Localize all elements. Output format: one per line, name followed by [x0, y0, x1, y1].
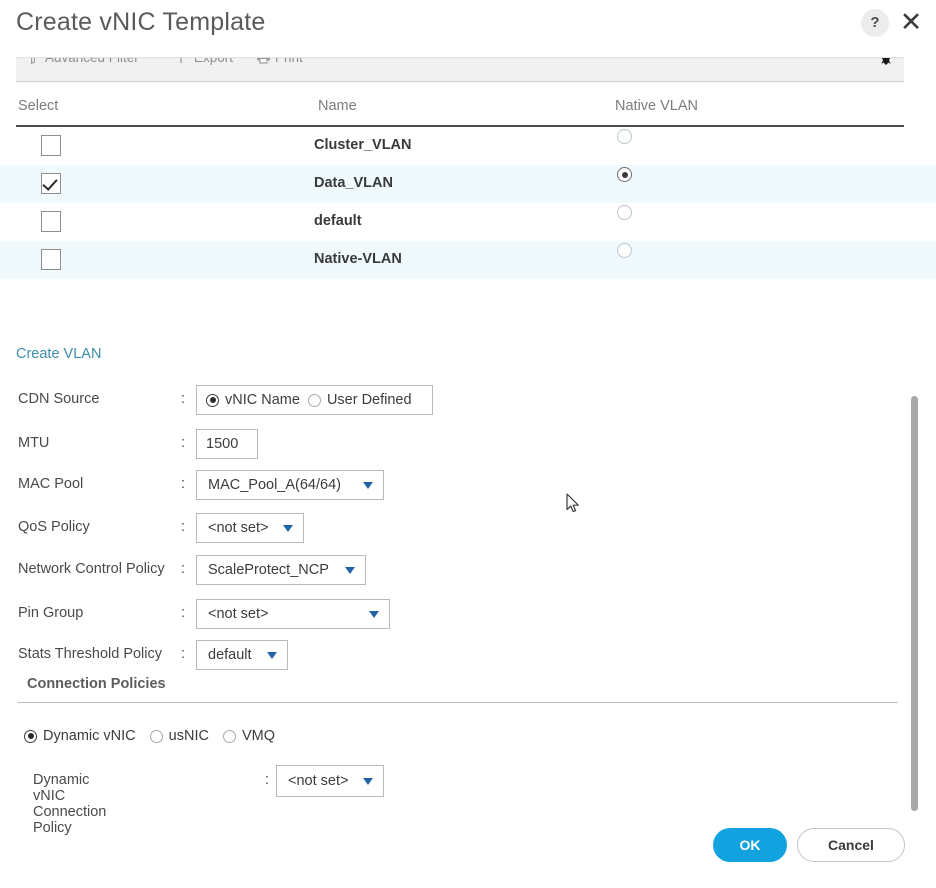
table-row[interactable]: Cluster_VLAN [0, 127, 936, 165]
mouse-cursor [566, 493, 582, 515]
connection-policies-divider [18, 702, 898, 703]
pin-group-label: Pin Group [18, 605, 84, 621]
chevron-down-icon [267, 651, 277, 659]
row-name-label: Cluster_VLAN [314, 137, 412, 153]
row-name-label: Data_VLAN [314, 175, 393, 191]
row-select-checkbox[interactable] [41, 135, 61, 156]
row-native-vlan-radio[interactable] [617, 129, 632, 144]
connection-policies-heading: Connection Policies [27, 676, 166, 692]
qos-policy-colon: : [181, 519, 186, 535]
mtu-label: MTU [18, 435, 50, 451]
advanced-filter-label: Advanced Filter [45, 57, 139, 65]
stats-threshold-policy-label: Stats Threshold Policy [18, 646, 162, 662]
table-toolbar: Advanced Filter Export Print [16, 57, 904, 83]
stats-threshold-policy-colon: : [181, 646, 186, 662]
radio-selected-icon [206, 393, 219, 407]
table-row[interactable]: Data_VLAN [0, 165, 936, 203]
row-native-vlan-radio[interactable] [617, 167, 632, 182]
cdn-source-radio-group: vNIC Name User Defined [196, 385, 433, 415]
vlan-table: Select Name Native VLAN [0, 95, 936, 125]
network-control-policy-value: ScaleProtect_NCP [208, 562, 329, 578]
mac-pool-value: MAC_Pool_A(64/64) [208, 477, 341, 493]
pin-group-colon: : [181, 605, 186, 621]
ok-button[interactable]: OK [713, 828, 787, 862]
table-row[interactable]: default [0, 203, 936, 241]
chevron-down-icon [345, 566, 355, 574]
connection-policy-option-label: Dynamic vNIC [43, 728, 136, 744]
stats-threshold-policy-select[interactable]: default [196, 640, 288, 670]
create-vlan-link[interactable]: Create VLAN [16, 346, 101, 362]
export-button[interactable]: Export [175, 57, 234, 66]
radio-unselected-icon [222, 729, 236, 743]
dynamic-vnic-connection-policy-label: Dynamic vNIC Connection Policy [33, 772, 107, 836]
chevron-down-icon [369, 610, 379, 618]
row-name-label: Native-VLAN [314, 251, 402, 267]
print-label: Print [275, 57, 303, 65]
row-name-label: default [314, 213, 362, 229]
network-control-policy-label: Network Control Policy [18, 561, 165, 577]
chevron-down-icon [363, 777, 373, 785]
pin-group-select[interactable]: <not set> [196, 599, 390, 629]
connection-policy-option-label: VMQ [241, 728, 275, 744]
qos-policy-value: <not set> [208, 520, 269, 536]
export-label: Export [194, 57, 234, 65]
mtu-colon: : [181, 435, 186, 451]
printer-icon [256, 58, 270, 66]
dialog-header: Create vNIC Template ? ✕ [0, 0, 936, 57]
row-native-vlan-radio[interactable] [617, 205, 632, 220]
vertical-scrollbar[interactable] [911, 396, 918, 811]
connection-policy-option-vmq[interactable]: VMQ [222, 728, 275, 744]
cdn-source-option-label: User Defined [326, 392, 412, 408]
dynamic-vnic-connection-policy-value: <not set> [288, 773, 349, 789]
page-title: Create vNIC Template [16, 8, 266, 36]
column-header-native-vlan: Native VLAN [615, 98, 699, 114]
mac-pool-colon: : [181, 476, 186, 492]
upload-arrow-icon [175, 58, 189, 66]
row-select-checkbox[interactable] [41, 173, 61, 194]
row-select-checkbox[interactable] [41, 211, 61, 232]
connection-policy-option-label: usNIC [168, 728, 209, 744]
connection-policy-radio-group: Dynamic vNIC usNIC VMQ [24, 728, 275, 744]
chevron-down-icon [363, 481, 373, 489]
filter-icon [26, 58, 40, 66]
network-control-policy-colon: : [181, 561, 186, 577]
qos-policy-label: QoS Policy [18, 519, 90, 535]
cancel-button[interactable]: Cancel [797, 828, 905, 862]
row-select-checkbox[interactable] [41, 249, 61, 270]
mac-pool-label: MAC Pool [18, 476, 84, 492]
vlan-table-body: Cluster_VLAN Data_VLAN default Native-VL… [0, 127, 936, 279]
pin-group-value: <not set> [208, 606, 269, 622]
column-header-select: Select [18, 98, 59, 114]
mtu-input[interactable]: 1500 [196, 429, 258, 459]
stats-threshold-policy-value: default [208, 647, 252, 663]
connection-policy-option-dynamic-vnic[interactable]: Dynamic vNIC [24, 728, 136, 744]
cdn-source-option-vnic-name[interactable]: vNIC Name [206, 392, 300, 408]
toolbar-divider [16, 81, 904, 82]
connection-policy-option-usnic[interactable]: usNIC [149, 728, 209, 744]
cdn-source-label: CDN Source [18, 391, 100, 407]
radio-unselected-icon [149, 729, 163, 743]
mac-pool-select[interactable]: MAC_Pool_A(64/64) [196, 470, 384, 500]
cdn-source-colon: : [181, 391, 186, 407]
network-control-policy-select[interactable]: ScaleProtect_NCP [196, 555, 366, 585]
table-row[interactable]: Native-VLAN [0, 241, 936, 279]
close-icon[interactable]: ✕ [897, 8, 925, 36]
chevron-down-icon [283, 524, 293, 532]
dynamic-vnic-connection-policy-select[interactable]: <not set> [276, 765, 384, 797]
vlan-table-header: Select Name Native VLAN [0, 95, 936, 125]
qos-policy-select[interactable]: <not set> [196, 513, 304, 543]
radio-selected-icon [24, 729, 37, 743]
help-circle-icon[interactable]: ? [861, 9, 889, 37]
column-header-name: Name [318, 98, 357, 114]
advanced-filter-button[interactable]: Advanced Filter [26, 57, 139, 66]
cdn-source-option-label: vNIC Name [225, 392, 300, 408]
column-settings-icon[interactable] [877, 58, 895, 74]
dynamic-vnic-connection-policy-colon: : [265, 772, 270, 788]
print-button[interactable]: Print [256, 57, 303, 66]
cdn-source-option-user-defined[interactable]: User Defined [307, 392, 412, 408]
row-native-vlan-radio[interactable] [617, 243, 632, 258]
radio-unselected-icon [307, 393, 321, 407]
